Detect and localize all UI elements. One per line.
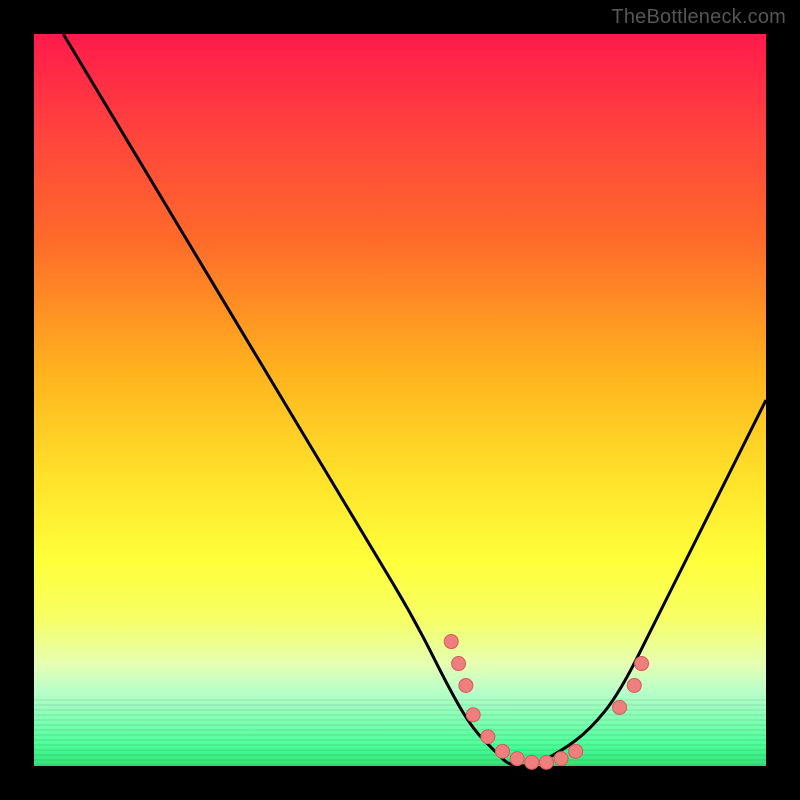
bottleneck-curve — [63, 34, 766, 766]
data-point — [525, 755, 539, 769]
data-point — [539, 755, 553, 769]
data-point — [554, 752, 568, 766]
watermark-text: TheBottleneck.com — [611, 6, 786, 29]
plot-area — [34, 34, 766, 766]
data-point — [495, 744, 509, 758]
data-point — [459, 678, 473, 692]
app-frame: TheBottleneck.com — [0, 0, 800, 800]
data-point — [444, 635, 458, 649]
data-point — [627, 678, 641, 692]
data-point — [452, 657, 466, 671]
data-point — [569, 744, 583, 758]
data-point — [510, 752, 524, 766]
chart-svg — [34, 34, 766, 766]
data-point — [613, 700, 627, 714]
data-points — [444, 635, 648, 770]
data-point — [635, 657, 649, 671]
plot-background — [34, 34, 766, 766]
data-point — [466, 708, 480, 722]
data-point — [481, 730, 495, 744]
